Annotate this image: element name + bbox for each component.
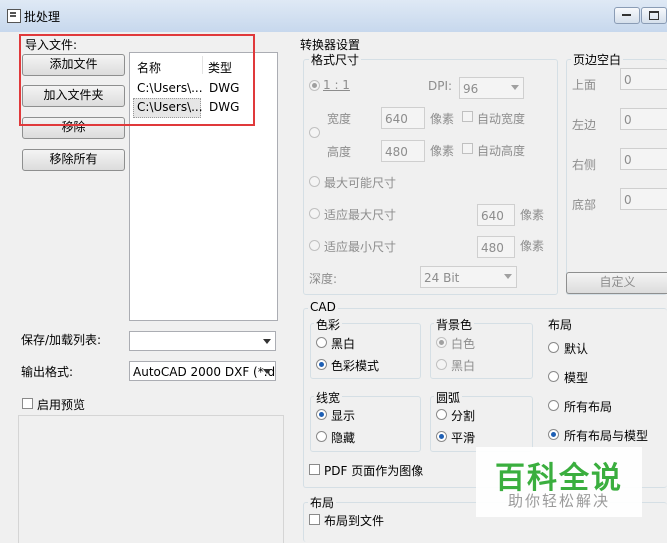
layout-default-label: 默认 bbox=[564, 342, 589, 356]
background-title: 背景色 bbox=[434, 316, 475, 333]
color-mode-label: 色彩模式 bbox=[331, 359, 380, 373]
color-title: 色彩 bbox=[314, 316, 343, 333]
layout-model-radio[interactable] bbox=[548, 371, 559, 382]
depth-label: 深度: bbox=[309, 272, 338, 286]
lineweight-title: 线宽 bbox=[314, 389, 343, 406]
width-input[interactable]: 640 bbox=[381, 107, 425, 129]
show-lineweight-radio[interactable] bbox=[316, 409, 327, 420]
height-unit: 像素 bbox=[430, 144, 455, 158]
hide-lineweight-label: 隐藏 bbox=[331, 431, 356, 445]
output-format-select[interactable]: AutoCAD 2000 DXF (*.dxf) bbox=[129, 361, 276, 381]
white-bg-label: 白色 bbox=[451, 337, 476, 351]
remove-all-button[interactable]: 移除所有 bbox=[22, 149, 125, 171]
color-mode-radio[interactable] bbox=[316, 359, 327, 370]
hide-lineweight-radio[interactable] bbox=[316, 431, 327, 442]
margin-left-label: 左边 bbox=[572, 118, 597, 132]
fit-min-unit: 像素 bbox=[520, 239, 545, 253]
dpi-label: DPI: bbox=[428, 79, 453, 93]
layout-to-file-label: 布局到文件 bbox=[324, 514, 385, 528]
margin-left-input[interactable]: 0 bbox=[620, 108, 667, 130]
minimize-button[interactable] bbox=[614, 7, 640, 24]
arc-split-label: 分割 bbox=[451, 409, 476, 423]
all-layouts-radio[interactable] bbox=[548, 400, 559, 411]
arc-smooth-label: 平滑 bbox=[451, 431, 476, 445]
minimize-icon bbox=[622, 14, 631, 16]
margin-right-input[interactable]: 0 bbox=[620, 148, 667, 170]
layout-model-label: 模型 bbox=[564, 371, 589, 385]
fit-min-radio[interactable] bbox=[309, 240, 320, 251]
depth-select[interactable]: 24 Bit bbox=[420, 266, 517, 288]
watermark: 百科全说 助你轻松解决 bbox=[476, 447, 642, 517]
ratio-radio[interactable] bbox=[309, 80, 320, 91]
margin-right-label: 右侧 bbox=[572, 158, 597, 172]
save-load-list-label: 保存/加载列表: bbox=[21, 333, 102, 347]
pdf-as-image-label: PDF 页面作为图像 bbox=[324, 464, 424, 478]
auto-width-label: 自动宽度 bbox=[477, 112, 526, 126]
bw-radio[interactable] bbox=[316, 337, 327, 348]
bw-bg-radio[interactable] bbox=[436, 359, 447, 370]
fit-min-input[interactable]: 480 bbox=[477, 236, 515, 258]
bw-label: 黑白 bbox=[331, 337, 356, 351]
all-layouts-model-radio[interactable] bbox=[548, 429, 559, 440]
chevron-down-icon bbox=[504, 274, 512, 279]
layout-default-radio[interactable] bbox=[548, 342, 559, 353]
fit-max-input[interactable]: 640 bbox=[477, 204, 515, 226]
chevron-down-icon bbox=[511, 85, 519, 90]
pdf-as-image-checkbox[interactable] bbox=[309, 464, 320, 475]
window-title: 批处理 bbox=[24, 10, 61, 24]
ratio-label: 1 : 1 bbox=[323, 78, 350, 92]
fit-max-label: 适应最大尺寸 bbox=[324, 208, 397, 222]
margin-top-input[interactable]: 0 bbox=[620, 68, 667, 90]
margin-bottom-label: 底部 bbox=[572, 198, 597, 212]
custom-button[interactable]: 自定义 bbox=[566, 272, 667, 294]
bw-bg-label: 黑白 bbox=[451, 359, 476, 373]
arc-smooth-radio[interactable] bbox=[436, 431, 447, 442]
all-layouts-label: 所有布局 bbox=[564, 400, 613, 414]
arc-split-radio[interactable] bbox=[436, 409, 447, 420]
app-icon bbox=[7, 9, 21, 23]
arc-title: 圆弧 bbox=[434, 389, 463, 406]
width-label: 宽度 bbox=[327, 112, 352, 126]
all-layouts-model-label: 所有布局与模型 bbox=[564, 429, 649, 443]
height-label: 高度 bbox=[327, 145, 352, 159]
auto-width-checkbox[interactable] bbox=[462, 111, 473, 122]
show-lineweight-label: 显示 bbox=[331, 409, 356, 423]
chevron-down-icon bbox=[263, 369, 271, 374]
format-size-title: 格式尺寸 bbox=[309, 51, 362, 68]
depth-value: 24 Bit bbox=[424, 271, 460, 285]
cad-title: CAD bbox=[308, 300, 338, 314]
max-possible-radio[interactable] bbox=[309, 176, 320, 187]
watermark-subtitle: 助你轻松解决 bbox=[507, 492, 610, 510]
output-format-label: 输出格式: bbox=[21, 365, 74, 379]
layout-title: 布局 bbox=[548, 318, 573, 332]
enable-preview-label: 启用预览 bbox=[37, 398, 86, 412]
margin-top-label: 上面 bbox=[572, 78, 597, 92]
dpi-select[interactable]: 96 bbox=[459, 77, 524, 99]
fit-max-unit: 像素 bbox=[520, 208, 545, 222]
auto-height-label: 自动高度 bbox=[477, 144, 526, 158]
output-format-value: AutoCAD 2000 DXF (*.dxf) bbox=[133, 365, 276, 379]
save-load-list-select[interactable] bbox=[129, 331, 276, 351]
margin-bottom-input[interactable]: 0 bbox=[620, 188, 667, 210]
auto-height-checkbox[interactable] bbox=[462, 143, 473, 154]
layout-to-file-checkbox[interactable] bbox=[309, 514, 320, 525]
enable-preview-checkbox[interactable] bbox=[22, 398, 33, 409]
margins-title: 页边空白 bbox=[571, 51, 624, 68]
chevron-down-icon bbox=[263, 339, 271, 344]
preview-panel bbox=[18, 415, 284, 543]
layout-file-title: 布局 bbox=[308, 494, 337, 511]
fit-min-label: 适应最小尺寸 bbox=[324, 240, 397, 254]
maximize-button[interactable] bbox=[641, 7, 667, 24]
margins-group bbox=[566, 59, 667, 295]
white-bg-radio[interactable] bbox=[436, 337, 447, 348]
fit-max-radio[interactable] bbox=[309, 208, 320, 219]
title-bar: 批处理 bbox=[0, 0, 667, 32]
maximize-icon bbox=[649, 11, 659, 20]
width-unit: 像素 bbox=[430, 112, 455, 126]
custom-size-radio[interactable] bbox=[309, 127, 320, 138]
highlight-box bbox=[19, 34, 255, 126]
height-input[interactable]: 480 bbox=[381, 140, 425, 162]
max-possible-label: 最大可能尺寸 bbox=[324, 176, 397, 190]
dpi-value: 96 bbox=[463, 82, 479, 96]
